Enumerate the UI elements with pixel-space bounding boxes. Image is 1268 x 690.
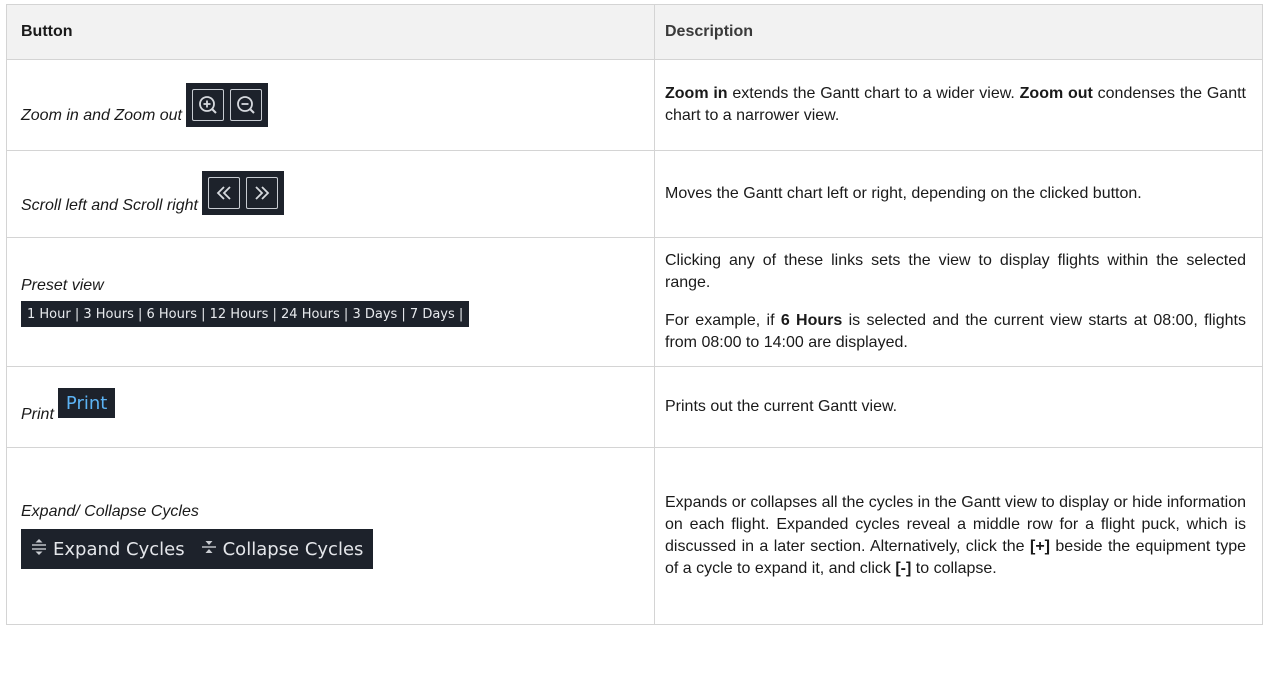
table-row-expand-collapse: Expand/ Collapse Cycles Expand Cycles Co…: [6, 447, 1263, 625]
preset-description-2: For example, if 6 Hours is selected and …: [665, 312, 1246, 351]
expand-cycles-button[interactable]: Expand Cycles: [31, 538, 185, 561]
scroll-right-icon[interactable]: [245, 177, 278, 209]
button-cell-scroll: Scroll left and Scroll right: [6, 150, 655, 238]
zoom-in-icon[interactable]: [191, 89, 224, 121]
zoom-description: Zoom in extends the Gantt chart to a wid…: [665, 85, 1246, 124]
preset-view-bar[interactable]: 1 Hour | 3 Hours | 6 Hours | 12 Hours | …: [21, 301, 470, 327]
button-cell-expand-collapse: Expand/ Collapse Cycles Expand Cycles Co…: [6, 447, 655, 625]
table-row-scroll: Scroll left and Scroll right Moves the G…: [6, 150, 1263, 238]
scroll-left-icon[interactable]: [207, 177, 240, 209]
header-button: Button: [6, 4, 655, 60]
description-cell-scroll: Moves the Gantt chart left or right, dep…: [654, 150, 1263, 238]
table-header-row: Button Description: [6, 4, 1263, 60]
scroll-description: Moves the Gantt chart left or right, dep…: [665, 185, 1142, 202]
expand-cycles-label: Expand Cycles: [53, 538, 185, 560]
button-cell-zoom: Zoom in and Zoom out: [6, 59, 655, 151]
print-description: Prints out the current Gantt view.: [665, 398, 898, 415]
collapse-cycles-button[interactable]: Collapse Cycles: [201, 538, 364, 561]
scroll-toolbar: [201, 171, 284, 215]
preset-description-1: Clicking any of these links sets the vie…: [665, 252, 1246, 291]
description-cell-zoom: Zoom in extends the Gantt chart to a wid…: [654, 59, 1263, 151]
expand-icon: [31, 538, 47, 561]
button-cell-print: Print Print: [6, 366, 655, 448]
print-label: Print: [21, 406, 54, 423]
description-cell-expand-collapse: Expands or collapses all the cycles in t…: [654, 447, 1263, 625]
zoom-label: Zoom in and Zoom out: [21, 107, 182, 124]
zoom-out-icon[interactable]: [229, 89, 262, 121]
table-row-zoom: Zoom in and Zoom out Zoom in extends the…: [6, 59, 1263, 151]
table-row-print: Print Print Prints out the current Gantt…: [6, 366, 1263, 448]
cycle-toolbar: Expand Cycles Collapse Cycles: [21, 529, 374, 569]
zoom-toolbar: [185, 83, 268, 127]
description-cell-preset: Clicking any of these links sets the vie…: [654, 237, 1263, 367]
collapse-cycles-label: Collapse Cycles: [222, 538, 364, 560]
print-button[interactable]: Print: [57, 388, 116, 418]
header-description: Description: [654, 4, 1263, 60]
button-cell-preset: Preset view 1 Hour | 3 Hours | 6 Hours |…: [6, 237, 655, 367]
table-row-preset: Preset view 1 Hour | 3 Hours | 6 Hours |…: [6, 237, 1263, 367]
expand-collapse-label: Expand/ Collapse Cycles: [21, 503, 199, 520]
scroll-label: Scroll left and Scroll right: [21, 197, 198, 214]
collapse-icon: [201, 538, 217, 561]
button-description-table: Button Description Zoom in and Zoom out: [6, 4, 1263, 625]
preset-label: Preset view: [21, 277, 104, 294]
expand-collapse-description: Expands or collapses all the cycles in t…: [665, 494, 1247, 577]
description-cell-print: Prints out the current Gantt view.: [654, 366, 1263, 448]
